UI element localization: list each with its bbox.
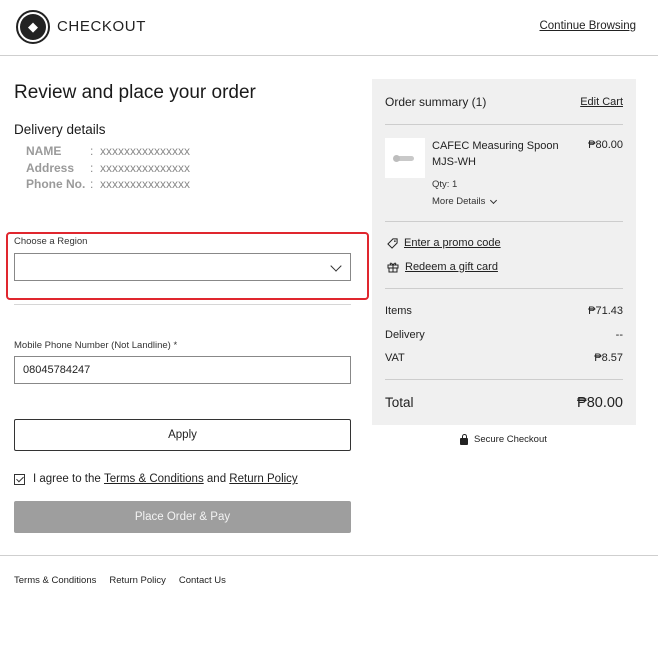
product-name: CAFEC Measuring Spoon MJS-WH [432, 140, 559, 168]
brand-logo-icon[interactable]: ◆ [16, 10, 50, 44]
promo-code-label: Enter a promo code [404, 237, 501, 249]
delivery-label: NAME [26, 144, 62, 158]
continue-browsing-link[interactable]: Continue Browsing [539, 20, 636, 32]
total-value: ₱80.00 [577, 395, 623, 411]
delivery-row-phone: Phone No. : xxxxxxxxxxxxxxx [26, 176, 190, 193]
region-select[interactable] [14, 253, 351, 281]
line-value: -- [615, 329, 623, 341]
agree-and: and [206, 473, 227, 485]
delivery-label: Address [26, 160, 75, 175]
footer-divider [0, 555, 658, 556]
promo-code-link[interactable]: Enter a promo code [387, 237, 501, 249]
summary-line-items: Items ₱71.43 [385, 305, 623, 317]
line-value: ₱8.57 [594, 352, 623, 364]
chevron-down-icon [330, 260, 342, 272]
secure-checkout-label: Secure Checkout [474, 434, 547, 445]
line-value: ₱71.43 [588, 305, 623, 317]
delivery-colon: : [90, 144, 94, 158]
phone-label: Mobile Phone Number (Not Landline) * [14, 340, 178, 351]
line-label: Delivery [385, 329, 425, 341]
delivery-colon: : [90, 177, 94, 191]
summary-total: Total ₱80.00 [385, 395, 623, 411]
summary-line-delivery: Delivery -- [385, 329, 623, 341]
summary-divider [385, 124, 623, 125]
measuring-spoon-icon [393, 154, 414, 162]
lock-icon [460, 433, 468, 445]
summary-line-vat: VAT ₱8.57 [385, 352, 623, 364]
gift-card-link[interactable]: Redeem a gift card [387, 261, 498, 273]
region-label: Choose a Region [14, 236, 88, 247]
apply-button[interactable]: Apply [14, 419, 351, 451]
product-qty: Qty: 1 [432, 179, 458, 190]
delivery-details-heading: Delivery details [14, 122, 106, 137]
delivery-details: NAME : xxxxxxxxxxxxxxx Address : xxxxxxx… [26, 143, 190, 193]
summary-divider [385, 288, 623, 289]
agree-checkbox[interactable] [14, 473, 25, 485]
footer-links: Terms & Conditions Return Policy Contact… [14, 575, 226, 586]
secure-checkout: Secure Checkout [460, 433, 547, 445]
divider [14, 304, 351, 305]
delivery-row-name: NAME : xxxxxxxxxxxxxxx [26, 143, 190, 160]
delivery-value: xxxxxxxxxxxxxxx [100, 144, 190, 158]
more-details-toggle[interactable]: More Details [432, 196, 498, 207]
footer-return-policy-link[interactable]: Return Policy [109, 575, 166, 586]
order-summary-title: Order summary (1) [385, 95, 487, 109]
summary-divider [385, 379, 623, 380]
chevron-down-icon [490, 196, 498, 204]
place-order-button[interactable]: Place Order & Pay [14, 501, 351, 533]
logo-mark-icon: ◆ [20, 14, 46, 40]
mobile-phone-input[interactable] [14, 356, 351, 384]
more-details-label: More Details [432, 196, 486, 207]
line-label: VAT [385, 352, 405, 364]
agree-terms: I agree to the Terms & Conditions and Re… [14, 473, 298, 485]
return-policy-link[interactable]: Return Policy [229, 473, 297, 485]
delivery-label: Phone No. [26, 177, 86, 191]
line-label: Items [385, 305, 412, 317]
delivery-value: xxxxxxxxxxxxxxx [100, 177, 190, 191]
summary-divider [385, 221, 623, 222]
page-brand-title: CHECKOUT [57, 18, 146, 35]
product-price: ₱80.00 [588, 139, 623, 151]
product-thumbnail[interactable] [385, 138, 425, 178]
delivery-colon: : [90, 160, 94, 175]
delivery-value: xxxxxxxxxxxxxxx [100, 160, 190, 175]
footer-contact-link[interactable]: Contact Us [179, 575, 226, 586]
gift-icon [387, 262, 399, 273]
page-title: Review and place your order [14, 82, 256, 103]
edit-cart-link[interactable]: Edit Cart [580, 96, 623, 108]
order-summary: Order summary (1) Edit Cart CAFEC Measur… [372, 79, 636, 425]
total-label: Total [385, 395, 414, 410]
header: ◆ CHECKOUT Continue Browsing [0, 0, 658, 56]
tag-icon [387, 237, 398, 249]
agree-prefix: I agree to the [33, 473, 101, 485]
delivery-row-address: Address : xxxxxxxxxxxxxxx [26, 160, 190, 177]
terms-link[interactable]: Terms & Conditions [104, 473, 204, 485]
footer-terms-link[interactable]: Terms & Conditions [14, 575, 96, 586]
gift-card-label: Redeem a gift card [405, 261, 498, 273]
